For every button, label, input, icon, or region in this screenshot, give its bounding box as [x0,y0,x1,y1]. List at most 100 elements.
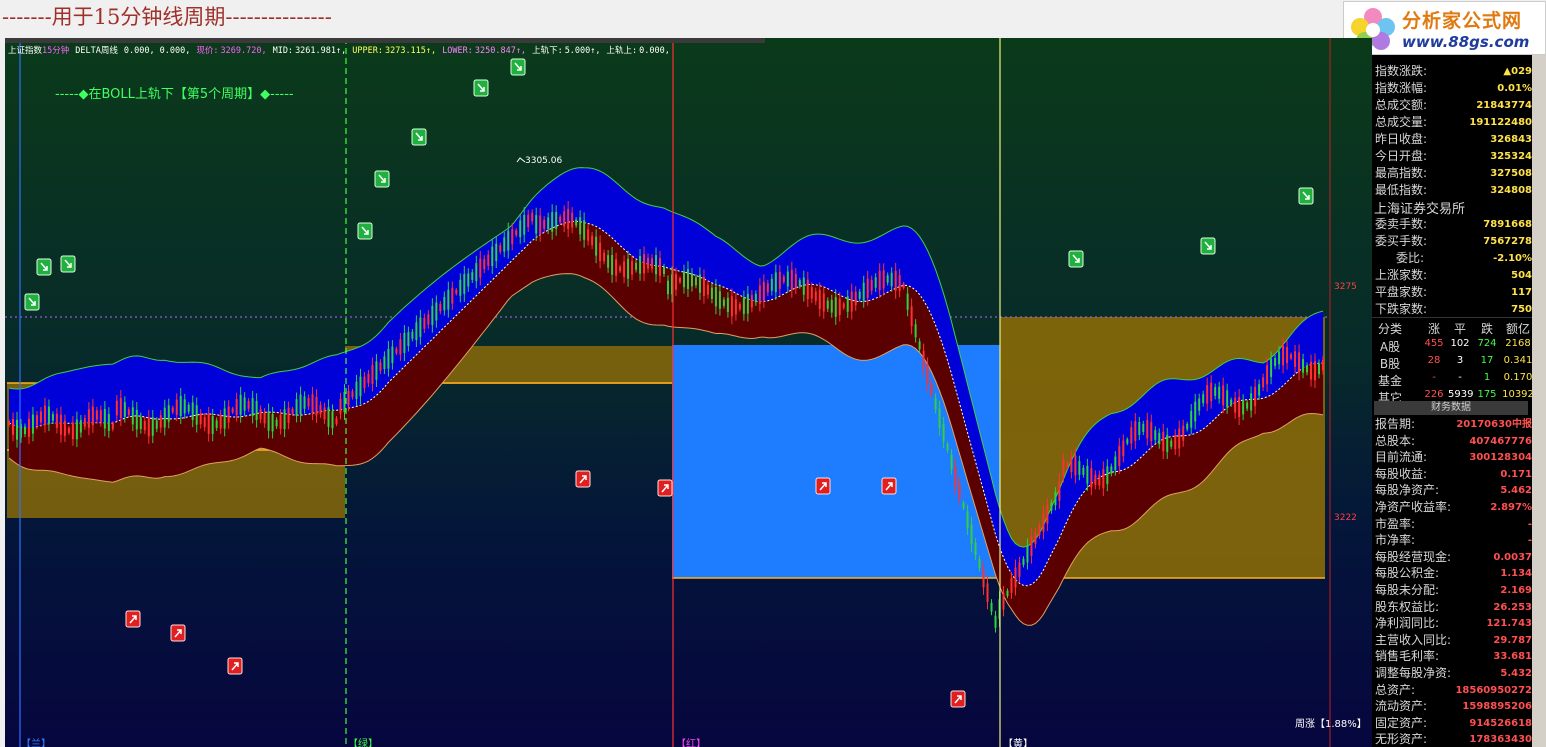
table-cell: 1 [1483,372,1491,383]
candle-body [155,420,158,429]
quote-row: 净利润同比: 121.743 [1372,615,1532,632]
candle-body [391,346,394,364]
candle-body [543,219,546,229]
quote-row: 委卖手数: 7891668 [1372,216,1532,233]
candle-body [291,408,294,414]
candle-body [1298,352,1301,373]
candle-body [1078,461,1081,475]
candle-body [910,306,913,327]
candle-body [766,283,769,293]
candle-body [555,212,558,229]
candle-body [239,394,242,415]
candle-body [1130,427,1133,444]
candle-body [1162,431,1165,452]
site-logo[interactable]: 分析家公式网 www.88gs.com [1343,1,1546,55]
candle-body [163,407,166,428]
candle-body [1006,590,1009,597]
info-index-name: 上证指数 [8,46,43,56]
financial-data-button[interactable]: 财务数据 [1374,401,1528,415]
candle-body [59,414,62,435]
candle-body [1026,545,1029,563]
candle-body [79,420,82,433]
candle-body [503,237,506,252]
candle-body [1258,384,1261,396]
candle-body [355,381,358,399]
candle-body [1170,440,1173,447]
candle-body [1090,468,1093,488]
logo-title: 分析家公式网 [1402,10,1523,32]
candle-body [271,413,274,432]
quote-row-value: -2.10% [1493,253,1532,264]
candle-body [1134,421,1137,441]
info-mid: 3261.981↑, [295,46,347,56]
candle-body [267,411,270,431]
quote-row: 委买手数: 7567278 [1372,233,1532,250]
candle-body [483,259,486,270]
candle-body [1166,434,1169,453]
candle-body [119,398,122,419]
candle-body [623,261,626,277]
candle-body [563,211,566,227]
candle-body [495,243,498,262]
candle-body [99,410,102,422]
candle-body [790,269,793,290]
candle-body [1038,525,1041,536]
candle-body [607,255,610,268]
candle-body [954,466,957,487]
info-indicator: DELTA周线 [75,46,118,56]
candle-body [1030,536,1033,556]
candle-body [567,208,570,229]
candle-body [1262,377,1265,388]
quote-row: 无形资产: 178363430 [1372,731,1532,747]
candle-body [8,421,10,425]
quote-row-label: 总成交量: [1375,115,1428,129]
candle-body [878,270,881,291]
quote-row-label: 最高指数: [1375,166,1428,180]
chart-canvas[interactable] [5,38,1372,747]
candle-body [1294,351,1297,367]
kline-chart[interactable]: 上证指数15分钟 DELTA周线 0.000, 0.000, 现价: 3269.720,… [5,38,1372,747]
candle-body [930,384,933,394]
candle-body [595,236,598,256]
candle-body [1082,467,1085,475]
candle-body [1242,400,1245,415]
quote-row-label: 净资产收益率: [1375,500,1452,514]
quote-row: 市净率: - [1372,532,1532,549]
candle-body [139,417,142,429]
quote-row-value: 407467776 [1469,435,1532,447]
category-table: 分类 涨平跌额亿 A股 455 102 724 2168 B股 28 3 17 0.341 基金 - - 1… [1372,317,1532,405]
quote-row: 总股本: 407467776 [1372,433,1532,450]
candle-body [946,444,949,451]
candle-body [603,252,606,262]
candle-body [647,257,650,269]
quote-row-label: 报告期: [1375,417,1416,431]
candle-body [710,287,713,299]
candle-body [295,399,298,416]
quote-row-label: 净利润同比: [1375,616,1440,631]
candle-body [682,271,685,288]
table-header-cell: 额亿 [1505,322,1530,336]
quote-row: 总成交额: 21843774 [1372,97,1532,114]
candle-body [902,283,905,288]
quote-row-label: 委卖手数: [1375,217,1428,231]
quote-row: 股东权益比: 26.253 [1372,599,1532,616]
candle-body [994,615,997,628]
candle-body [311,394,314,413]
candle-body [714,286,717,307]
candle-body [702,277,705,297]
quote-row-label: 委买手数: [1375,234,1428,248]
quote-row: 调整每股净资: 5.432 [1372,665,1532,682]
candle-body [938,408,941,428]
candle-body [894,270,897,291]
candle-body [523,214,526,235]
quote-row: 每股公积金: 1.134 [1372,565,1532,582]
candle-body [1018,562,1021,577]
candle-body [1234,397,1237,413]
candle-body [1246,402,1249,409]
candle-body [966,511,969,529]
candle-body [718,291,721,309]
sidebar-scrollbar[interactable] [1532,55,1546,747]
candle-body [131,407,134,425]
candle-body [479,258,482,278]
candle-body [527,214,530,228]
